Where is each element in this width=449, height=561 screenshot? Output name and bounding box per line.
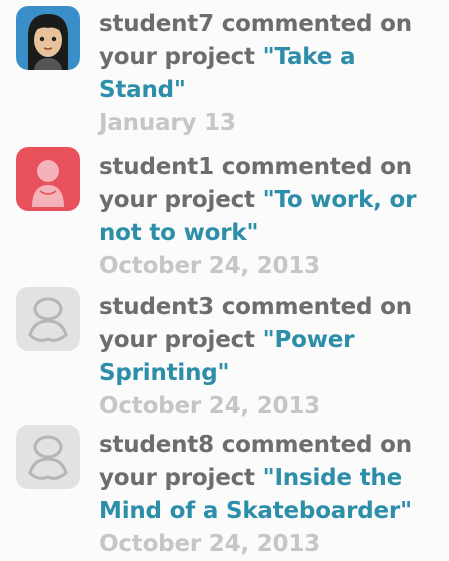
feed-item-date: October 24, 2013: [99, 253, 320, 279]
girl-avatar-icon[interactable]: [16, 6, 80, 70]
default-person-avatar-icon[interactable]: [16, 425, 80, 489]
feed-item-user[interactable]: student7: [99, 11, 214, 37]
feed-item-text: student8 commented on your project "Insi…: [99, 429, 444, 561]
feed-item-user[interactable]: student8: [99, 432, 214, 458]
feed-item-date: October 24, 2013: [99, 531, 320, 557]
feed-item-user[interactable]: student1: [99, 154, 214, 180]
feed-item-date: October 24, 2013: [99, 393, 320, 419]
feed-item-text: student3 commented on your project "Powe…: [99, 291, 444, 423]
default-person-avatar-icon[interactable]: [16, 287, 80, 351]
feed-item-date: January 13: [99, 110, 236, 136]
activity-feed: student7 commented on your project "Take…: [0, 0, 449, 557]
feed-item-text: student1 commented on your project "To w…: [99, 151, 444, 283]
feed-item-user[interactable]: student3: [99, 294, 214, 320]
feed-item-text: student7 commented on your project "Take…: [99, 8, 444, 140]
red-person-avatar-icon[interactable]: [16, 147, 80, 211]
